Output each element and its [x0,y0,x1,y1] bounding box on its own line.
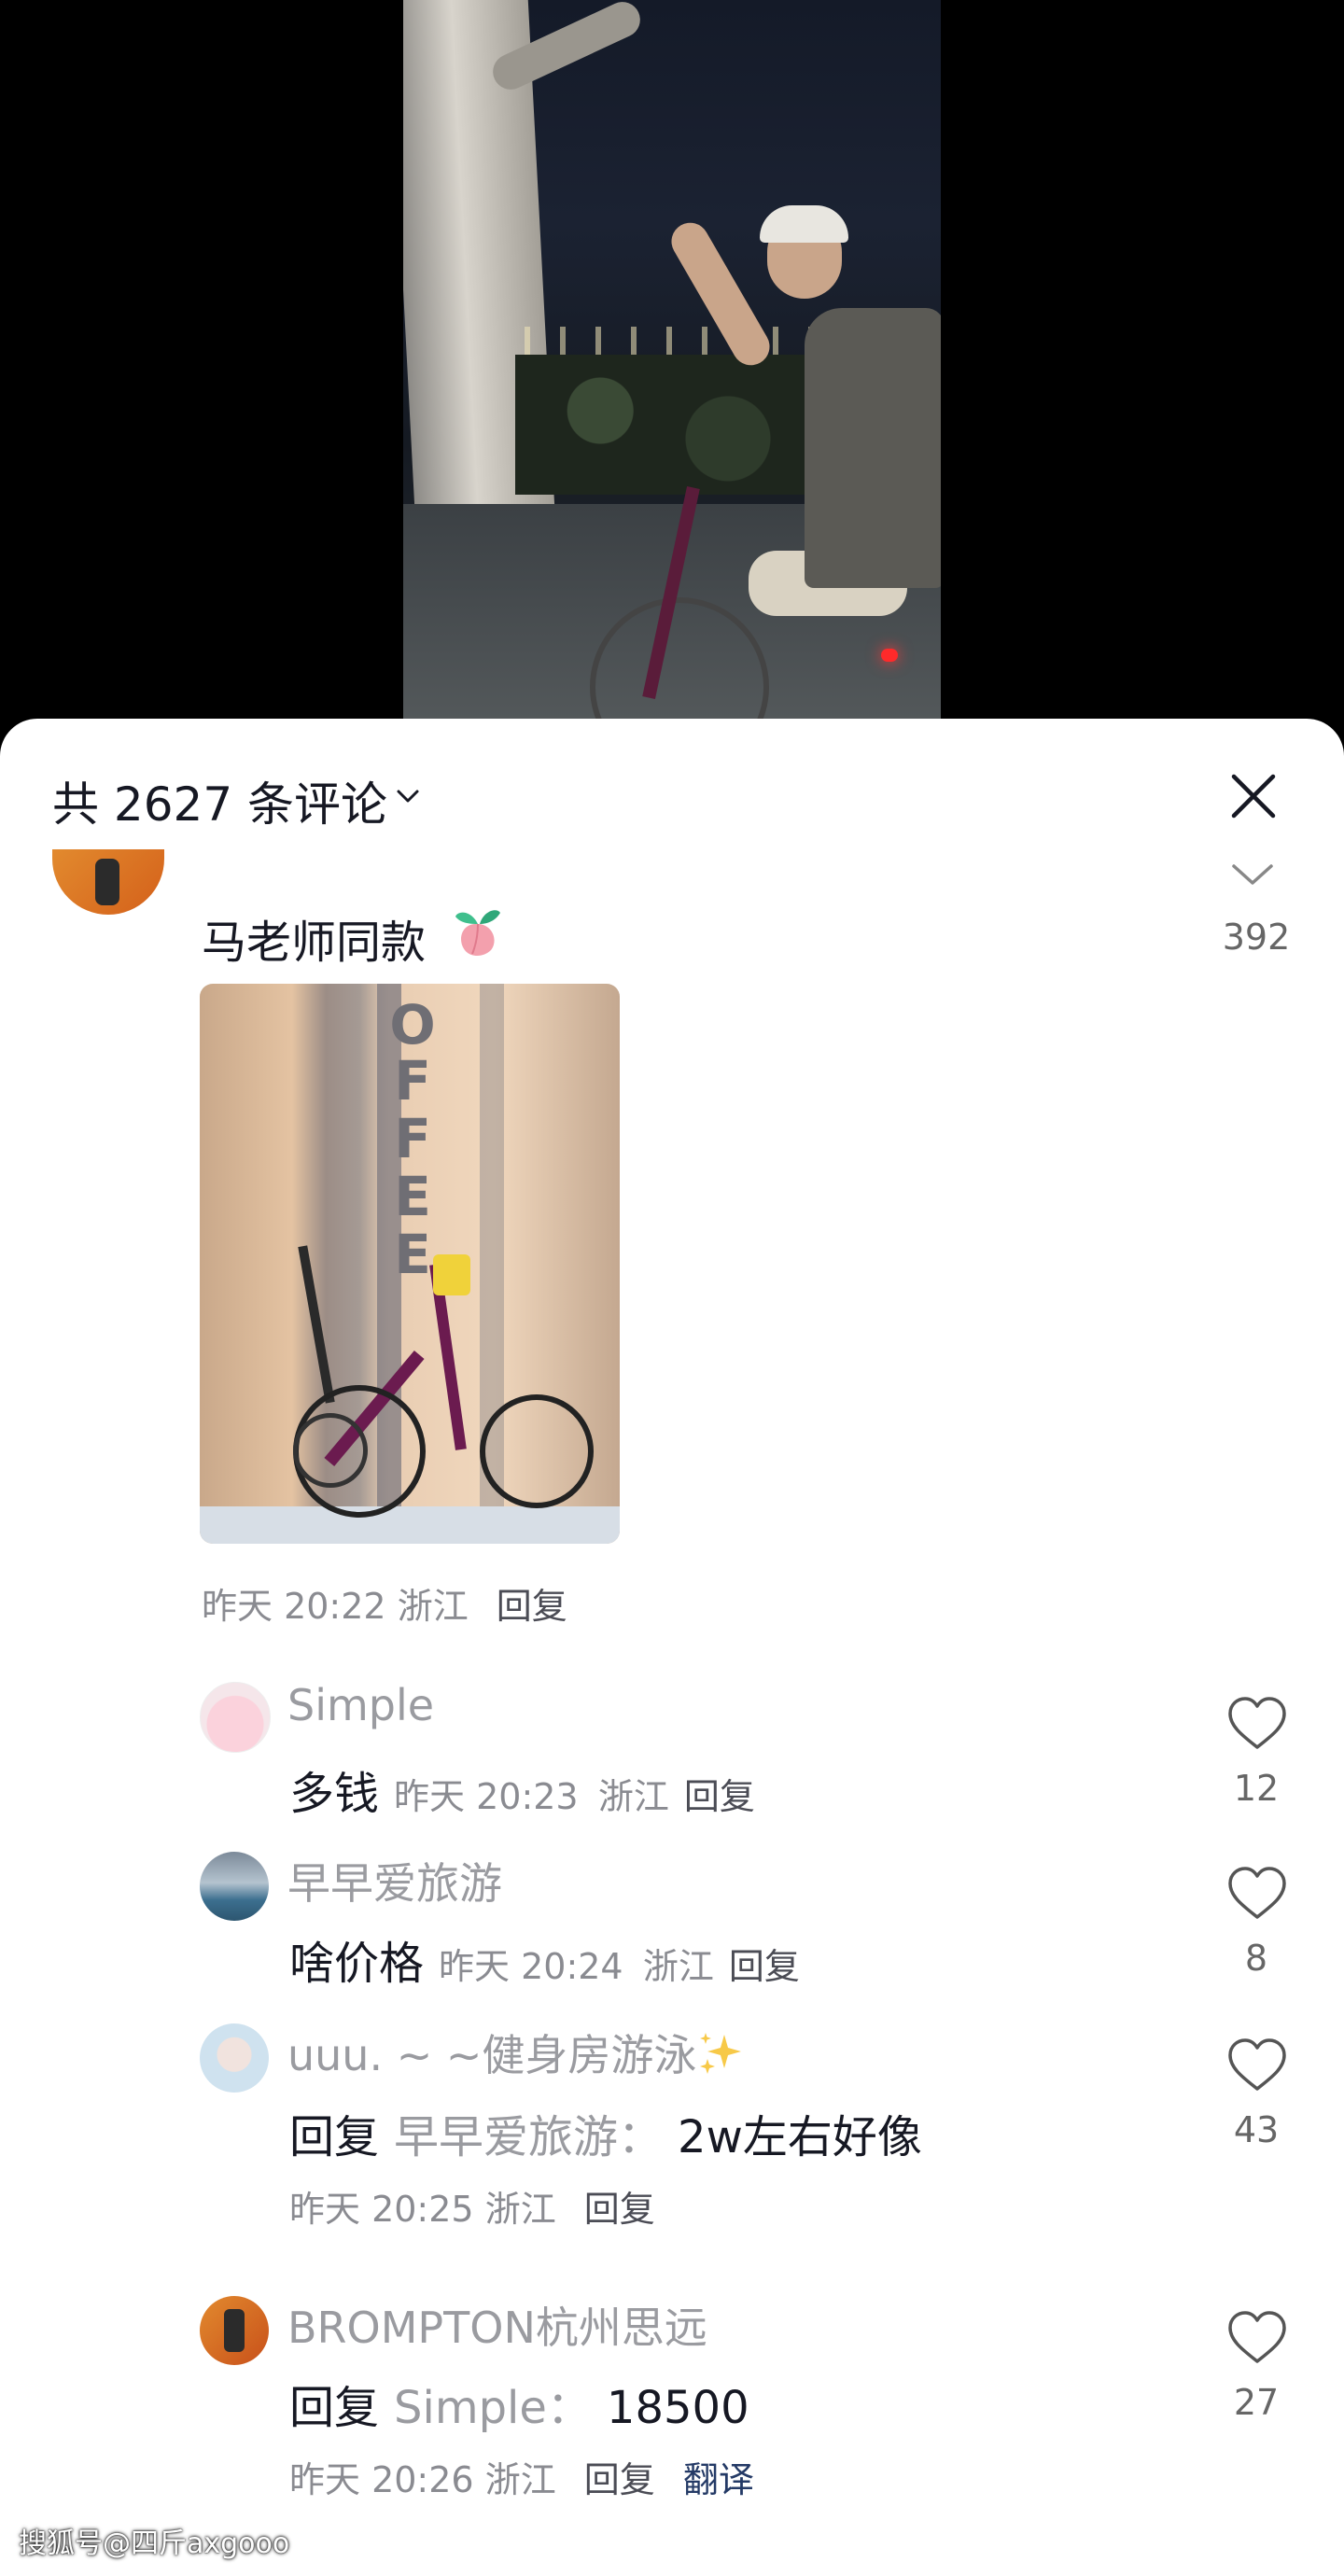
heart-outline-icon[interactable] [1225,2307,1290,2367]
reply-text: 2w左右好像 [678,2111,922,2163]
photo-sign-letter: E [394,1165,431,1228]
video-frame[interactable] [403,0,941,737]
photo-bike-bag [433,1254,470,1295]
reply-text: 18500 [606,2382,749,2434]
reply-time: 昨天 20:23 [394,1776,579,1817]
reply-button[interactable]: 回复 [584,2459,655,2500]
reply-button[interactable]: 回复 [729,1946,800,1987]
avatar[interactable] [200,1852,269,1921]
comment-meta: 昨天 20:22 浙江 回复 [202,1577,567,1629]
sparkles-emoji-icon [700,2033,742,2074]
avatar[interactable] [200,2023,269,2093]
photo-bike-wheel [480,1394,594,1508]
reply-meta: 昨天 20:26 浙江 回复 翻译 [289,2451,754,2502]
reply-text-line: 啥价格 昨天 20:24 浙江 回复 [289,1926,800,1992]
reply-to-name[interactable]: 早早爱旅游： [394,2111,663,2163]
reply-prefix: 回复 [289,2382,380,2434]
reply-location: 浙江 [642,1946,714,1987]
heart-outline-icon[interactable] [1225,2035,1290,2094]
reply-location: 浙江 [484,2459,556,2500]
photo-bike-seatpost [298,1245,335,1404]
photo-bike-wheel [293,1413,368,1488]
heart-outline-icon[interactable] [1225,1693,1290,1753]
translate-button[interactable]: 翻译 [683,2459,754,2500]
comment-count-label[interactable]: 共 2627 条评论 [52,767,387,834]
reply-button[interactable]: 回复 [684,1776,755,1817]
reply-author-name[interactable]: Simple [287,1680,434,1730]
avatar[interactable] [52,849,164,915]
comment-image[interactable]: O F F E E [200,984,620,1544]
photo-sign-letter: O [389,993,436,1057]
reply-author-name-text: uuu. ~ ~健身房游泳 [287,2030,697,2080]
reply-button[interactable]: 回复 [497,1586,567,1627]
watermark: 搜狐号@四斤axgooo [19,2527,290,2560]
comments-sheet: 共 2627 条评论 392 马老师同款 O F F E E 昨天 20:22 … [0,719,1344,2576]
avatar[interactable] [200,2296,269,2365]
photo-sign-letter: F [394,1107,431,1170]
video-player[interactable] [0,0,1344,737]
reply-time: 昨天 20:26 [289,2459,474,2500]
reply-meta: 昨天 20:25 浙江 回复 [289,2180,655,2232]
collapse-chevron-icon[interactable] [1230,861,1275,889]
video-bike-taillight [881,649,898,662]
like-count: 12 [1233,1768,1280,1809]
peach-emoji-icon [455,910,500,956]
comment-time: 昨天 20:22 [202,1586,386,1627]
close-icon[interactable] [1228,771,1279,821]
comment-location: 浙江 [397,1586,469,1627]
comments-header: 共 2627 条评论 [0,719,1344,868]
photo-floor [200,1506,620,1544]
reply-text-line: 回复 Simple： 18500 [289,2371,749,2436]
video-rider-cap [760,205,848,243]
reply-location: 浙江 [484,2189,556,2230]
reply-author-name[interactable]: 早早爱旅游 [287,1850,502,1911]
reply-author-name[interactable]: BROMPTON杭州思远 [287,2294,707,2356]
reply-author-name[interactable]: uuu. ~ ~健身房游泳 [287,2022,745,2083]
like-count: 27 [1233,2382,1280,2423]
reply-button[interactable]: 回复 [584,2189,655,2230]
like-count: 392 [1222,917,1291,958]
comment-text: 马老师同款 [202,917,427,969]
reply-time: 昨天 20:24 [439,1946,623,1987]
reply-text-line: 多钱 昨天 20:23 浙江 回复 [289,1757,755,1822]
reply-to-name[interactable]: Simple： [394,2382,592,2434]
like-count: 43 [1233,2109,1280,2150]
video-rider-body [805,308,941,588]
like-count: 8 [1244,1938,1268,1979]
chevron-down-icon[interactable] [392,780,424,812]
reply-time: 昨天 20:25 [289,2189,474,2230]
reply-location: 浙江 [597,1776,669,1817]
heart-outline-icon[interactable] [1225,1863,1290,1923]
reply-prefix: 回复 [289,2111,380,2163]
reply-text-line: 回复 早早爱旅游： 2w左右好像 [289,2100,922,2165]
avatar[interactable] [200,1682,271,1753]
photo-sign-letter: F [394,1049,431,1113]
reply-text: 多钱 [289,1768,380,1820]
reply-text: 啥价格 [289,1938,425,1990]
